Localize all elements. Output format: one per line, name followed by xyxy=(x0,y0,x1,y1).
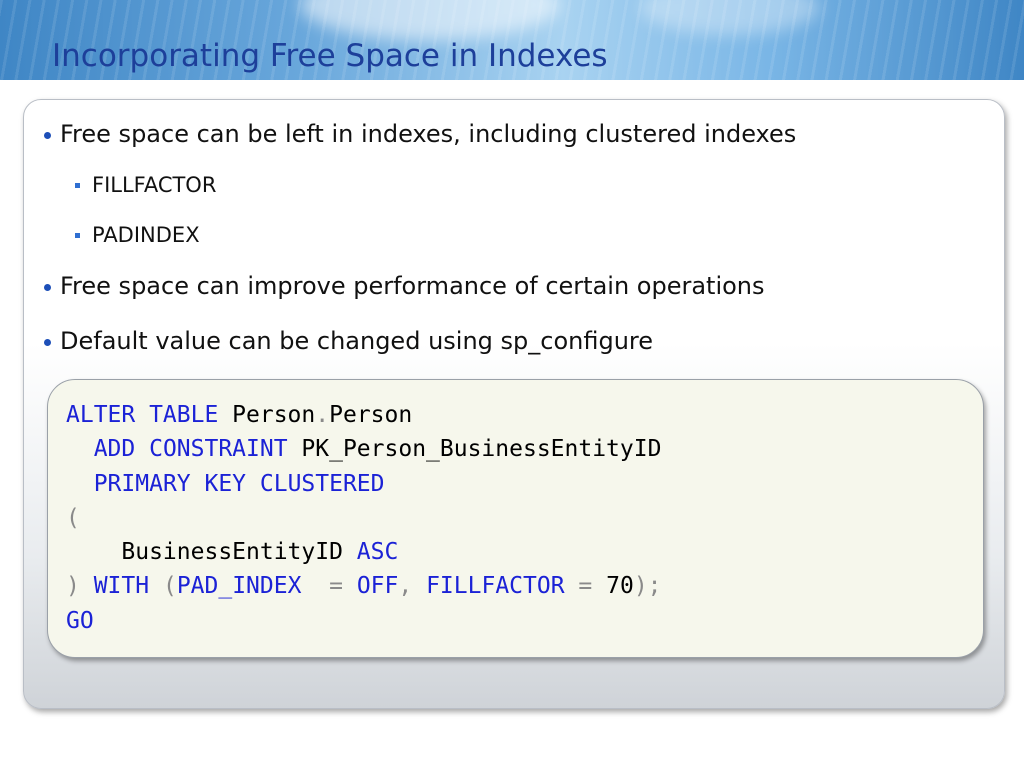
code-token: ADD CONSTRAINT xyxy=(93,436,302,463)
bullet-dot-icon xyxy=(44,284,51,291)
code-line: PRIMARY KEY CLUSTERED xyxy=(66,467,662,501)
bullet-dot-icon xyxy=(44,132,51,139)
code-token: Person xyxy=(232,402,316,428)
code-token: Person xyxy=(329,402,413,428)
code-token: 70 xyxy=(606,573,634,600)
code-token: PRIMARY KEY CLUSTERED xyxy=(93,470,385,497)
bullet-square-icon xyxy=(75,233,80,238)
slide-title: Incorporating Free Space in Indexes xyxy=(52,38,608,74)
code-token: ( xyxy=(66,504,80,531)
bullet-text: PADINDEX xyxy=(92,223,200,247)
header-banner: Incorporating Free Space in Indexes xyxy=(0,0,1024,80)
code-line: ) WITH (PAD_INDEX = OFF, FILLFACTOR = 70… xyxy=(66,569,662,603)
bullet-text: Default value can be changed using sp_co… xyxy=(60,327,654,355)
code-block: ALTER TABLE Person.Person ADD CONSTRAINT… xyxy=(66,398,662,638)
bullet-square-icon xyxy=(75,183,80,188)
code-line: BusinessEntityID ASC xyxy=(66,535,662,569)
code-token: . xyxy=(315,402,330,428)
code-token: ) xyxy=(66,573,94,600)
code-line: ALTER TABLE Person.Person xyxy=(66,398,662,432)
code-token: WITH xyxy=(93,573,163,600)
code-line: GO xyxy=(66,604,662,638)
code-token: BusinessEntityID xyxy=(121,539,357,566)
code-token: FILLFACTOR xyxy=(426,573,565,600)
code-token: ); xyxy=(633,573,662,600)
bullet-text: Free space can improve performance of ce… xyxy=(60,272,765,300)
code-token: ALTER TABLE xyxy=(66,402,233,428)
code-token: , xyxy=(398,573,427,600)
code-sample-box: ALTER TABLE Person.Person ADD CONSTRAINT… xyxy=(47,379,984,658)
code-token: ( xyxy=(162,573,177,600)
code-token: ASC xyxy=(356,539,399,566)
bullet-text: Free space can be left in indexes, inclu… xyxy=(60,120,797,148)
code-token: PK_Person_BusinessEntityID xyxy=(301,436,662,463)
code-token: PAD_INDEX xyxy=(176,573,302,600)
bullet-text: FILLFACTOR xyxy=(92,173,217,197)
code-token: = xyxy=(301,573,357,600)
code-line: ( xyxy=(66,501,662,535)
code-token: OFF xyxy=(356,573,399,600)
code-token: = xyxy=(564,573,607,600)
code-line: ADD CONSTRAINT PK_Person_BusinessEntityI… xyxy=(66,432,662,466)
code-token: GO xyxy=(66,607,94,634)
bullet-dot-icon xyxy=(44,339,51,346)
